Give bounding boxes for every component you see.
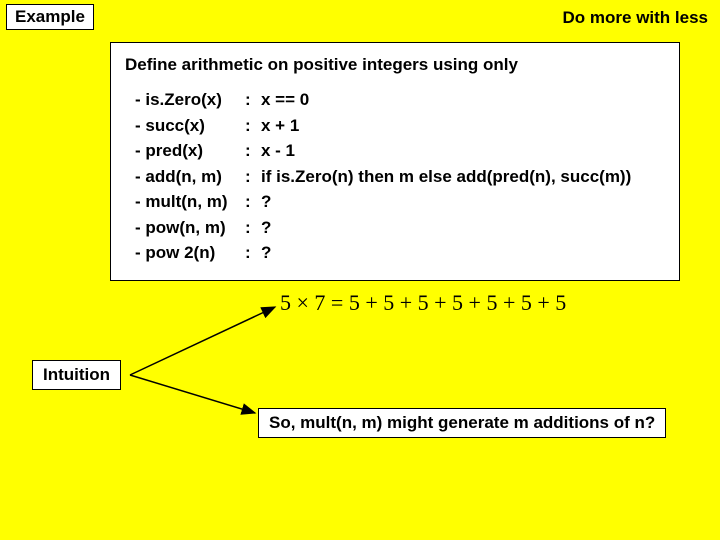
- def-sep: :: [245, 164, 261, 190]
- def-row: - succ(x) : x + 1: [125, 113, 665, 139]
- def-sep: :: [245, 215, 261, 241]
- def-sep: :: [245, 189, 261, 215]
- def-row: - mult(n, m) : ?: [125, 189, 665, 215]
- example-label: Example: [15, 7, 85, 26]
- content-title: Define arithmetic on positive integers u…: [125, 55, 665, 75]
- def-row: - is.Zero(x) : x == 0: [125, 87, 665, 113]
- def-row: - pow(n, m) : ?: [125, 215, 665, 241]
- content-panel: Define arithmetic on positive integers u…: [110, 42, 680, 281]
- def-body: if is.Zero(n) then m else add(pred(n), s…: [261, 164, 631, 190]
- formula-text: 5 × 7 = 5 + 5 + 5 + 5 + 5 + 5 + 5: [280, 290, 566, 316]
- intuition-box: Intuition: [32, 360, 121, 390]
- example-header: Example: [6, 4, 94, 30]
- def-sep: :: [245, 87, 261, 113]
- def-body: ?: [261, 215, 271, 241]
- def-body: x + 1: [261, 113, 299, 139]
- intuition-arrows-icon: [120, 295, 290, 415]
- def-name: - is.Zero(x): [135, 87, 245, 113]
- conclusion-box: So, mult(n, m) might generate m addition…: [258, 408, 666, 438]
- def-name: - add(n, m): [135, 164, 245, 190]
- def-name: - pow 2(n): [135, 240, 245, 266]
- def-sep: :: [245, 113, 261, 139]
- def-name: - pow(n, m): [135, 215, 245, 241]
- def-row: - add(n, m) : if is.Zero(n) then m else …: [125, 164, 665, 190]
- intuition-label: Intuition: [43, 365, 110, 384]
- tagline: Do more with less: [563, 8, 708, 28]
- def-name: - mult(n, m): [135, 189, 245, 215]
- def-body: ?: [261, 240, 271, 266]
- def-name: - succ(x): [135, 113, 245, 139]
- def-body: x - 1: [261, 138, 295, 164]
- def-body: x == 0: [261, 87, 309, 113]
- def-body: ?: [261, 189, 271, 215]
- def-sep: :: [245, 138, 261, 164]
- conclusion-text: So, mult(n, m) might generate m addition…: [269, 413, 655, 432]
- def-row: - pow 2(n) : ?: [125, 240, 665, 266]
- def-name: - pred(x): [135, 138, 245, 164]
- def-sep: :: [245, 240, 261, 266]
- def-row: - pred(x) : x - 1: [125, 138, 665, 164]
